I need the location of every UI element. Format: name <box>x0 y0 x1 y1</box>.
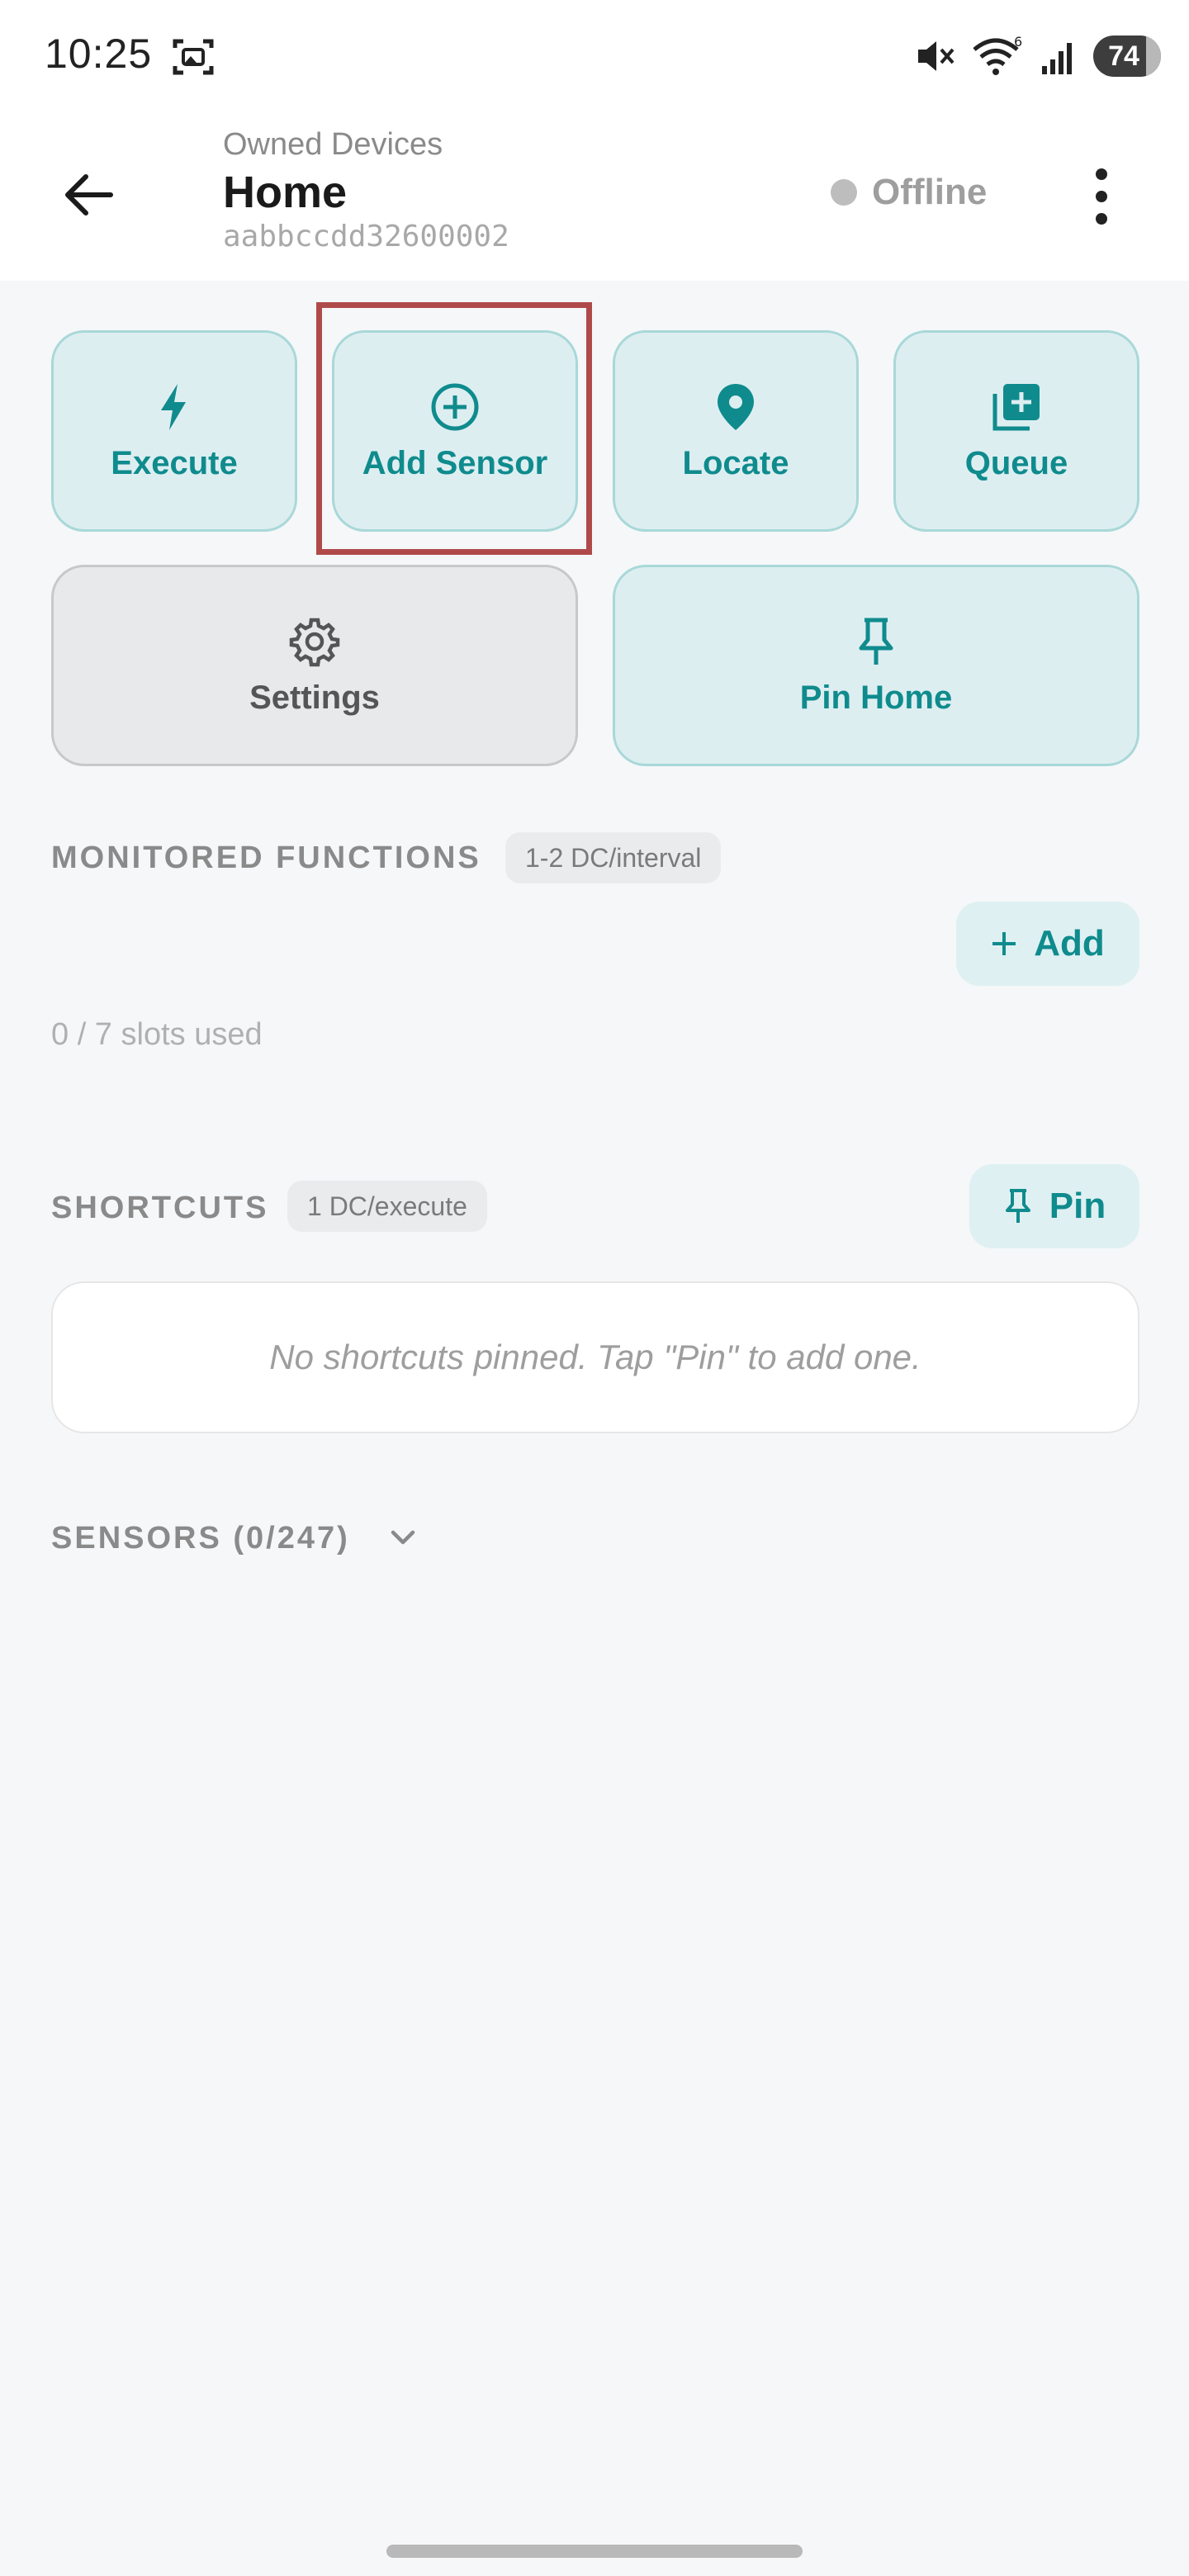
battery-indicator: 74 <box>1093 36 1161 77</box>
add-monitored-button[interactable]: Add <box>956 902 1139 986</box>
monitored-cost-chip: 1-2 DC/interval <box>505 832 722 883</box>
back-button[interactable] <box>53 160 122 230</box>
mute-icon <box>918 41 955 71</box>
gear-icon <box>289 618 340 666</box>
shortcuts-empty-state: No shortcuts pinned. Tap "Pin" to add on… <box>51 1281 1139 1433</box>
bolt-icon <box>161 383 186 430</box>
home-indicator[interactable] <box>386 2545 803 2558</box>
library-add-icon <box>992 383 1040 430</box>
status-bar: 10:25 6 74 <box>0 0 1189 112</box>
execute-button[interactable]: Execute <box>51 330 297 532</box>
locate-button[interactable]: Locate <box>613 330 859 532</box>
slots-used: 0 / 7 slots used <box>51 1017 263 1052</box>
sensors-toggle[interactable]: SENSORS (0/247) <box>51 1521 350 1556</box>
more-options-button[interactable] <box>1078 163 1125 230</box>
push-pin-icon <box>1005 1189 1030 1223</box>
svg-text:6: 6 <box>1014 35 1022 50</box>
arrow-left-icon <box>65 174 113 215</box>
screen-record-icon <box>173 39 214 75</box>
queue-button[interactable]: Queue <box>893 330 1139 532</box>
plus-icon <box>992 932 1016 955</box>
pin-shortcut-button[interactable]: Pin <box>969 1164 1139 1248</box>
status-badge: Offline <box>831 172 987 213</box>
wifi-icon: 6 <box>973 35 1022 75</box>
location-pin-icon <box>718 383 754 430</box>
status-dot-icon <box>831 179 857 206</box>
shortcuts-cost-chip: 1 DC/execute <box>287 1181 487 1232</box>
breadcrumb: Owned Devices <box>223 127 443 162</box>
settings-button[interactable]: Settings <box>51 565 578 766</box>
app-header: Owned Devices Home aabbccdd32600002 Offl… <box>0 112 1189 281</box>
page-title: Home <box>223 168 348 217</box>
pin-home-button[interactable]: Pin Home <box>613 565 1139 766</box>
push-pin-icon <box>859 618 893 665</box>
signal-icon <box>1042 43 1072 74</box>
status-icons: 6 74 <box>915 33 1161 79</box>
monitored-functions-title: MONITORED FUNCTIONS <box>51 841 481 875</box>
highlight-box <box>316 302 592 555</box>
chevron-down-icon[interactable] <box>385 1521 421 1554</box>
shortcuts-title: SHORTCUTS <box>51 1191 269 1225</box>
device-id: aabbccdd32600002 <box>223 220 509 253</box>
more-vert-icon <box>1096 168 1107 180</box>
status-time: 10:25 <box>45 31 153 77</box>
